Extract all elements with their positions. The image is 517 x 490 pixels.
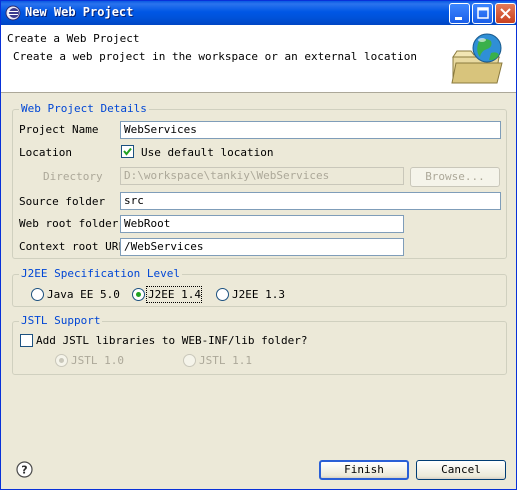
j2ee-spec-level-label: J2EE Specification Level xyxy=(19,267,182,281)
web-project-globe-icon xyxy=(451,33,503,84)
jstl-1-0-radio[interactable] xyxy=(55,354,68,367)
j2ee-1-3-radio[interactable] xyxy=(216,288,229,301)
minimize-button[interactable] xyxy=(449,3,470,24)
jstl-support-label: JSTL Support xyxy=(19,314,103,328)
help-icon[interactable]: ? xyxy=(16,461,33,478)
directory-input[interactable]: D:\workspace\tankiy\WebServices xyxy=(120,167,404,185)
finish-button[interactable]: Finish xyxy=(319,460,409,480)
finish-button-label: Finish xyxy=(344,463,384,476)
use-default-location-label: Use default location xyxy=(141,146,274,159)
web-root-folder-label: Web root folder xyxy=(19,217,119,230)
cancel-button-label: Cancel xyxy=(441,463,481,476)
new-web-project-dialog: New Web Project Create a Web Project Cre… xyxy=(0,0,517,490)
source-folder-input[interactable]: src xyxy=(120,192,501,210)
project-name-input[interactable]: WebServices xyxy=(120,121,501,139)
title-bar[interactable]: New Web Project xyxy=(1,1,516,25)
web-project-details-label: Web Project Details xyxy=(19,102,149,116)
j2ee-1-4-label: J2EE 1.4 xyxy=(148,288,201,301)
checkmark-icon xyxy=(123,147,132,156)
jstl-1-0-label: JSTL 1.0 xyxy=(71,354,124,367)
add-jstl-libraries-label: Add JSTL libraries to WEB-INF/lib folder… xyxy=(36,334,308,347)
eclipse-app-icon xyxy=(5,5,21,21)
context-root-url-input[interactable]: /WebServices xyxy=(120,238,404,256)
directory-label: Directory xyxy=(43,170,103,183)
cancel-button[interactable]: Cancel xyxy=(416,460,506,480)
context-root-url-label: Context root URL xyxy=(19,240,125,253)
project-name-label: Project Name xyxy=(19,123,99,136)
source-folder-label: Source folder xyxy=(19,195,106,208)
wizard-title: Create a Web Project xyxy=(7,32,140,45)
close-window-button[interactable] xyxy=(495,3,516,24)
maximize-button[interactable] xyxy=(472,3,493,24)
j2ee-1-3-label: J2EE 1.3 xyxy=(232,288,285,301)
jstl-1-1-label: JSTL 1.1 xyxy=(199,354,252,367)
jstl-1-1-radio[interactable] xyxy=(183,354,196,367)
browse-button[interactable]: Browse... xyxy=(410,167,500,187)
wizard-description: Create a web project in the workspace or… xyxy=(13,50,417,63)
add-jstl-libraries-checkbox[interactable] xyxy=(20,334,33,347)
web-root-folder-input[interactable]: WebRoot xyxy=(120,215,404,233)
j2ee-1-4-radio[interactable] xyxy=(132,288,145,301)
window-title: New Web Project xyxy=(25,5,134,19)
java-ee-5-label: Java EE 5.0 xyxy=(47,288,120,301)
java-ee-5-radio[interactable] xyxy=(31,288,44,301)
svg-text:?: ? xyxy=(21,464,27,477)
minimize-icon xyxy=(455,17,462,20)
wizard-header: Create a Web Project Create a web projec… xyxy=(1,25,516,93)
location-label: Location xyxy=(19,146,72,159)
use-default-location-checkbox[interactable] xyxy=(121,145,134,158)
maximize-icon xyxy=(477,7,489,19)
close-icon xyxy=(500,8,511,19)
